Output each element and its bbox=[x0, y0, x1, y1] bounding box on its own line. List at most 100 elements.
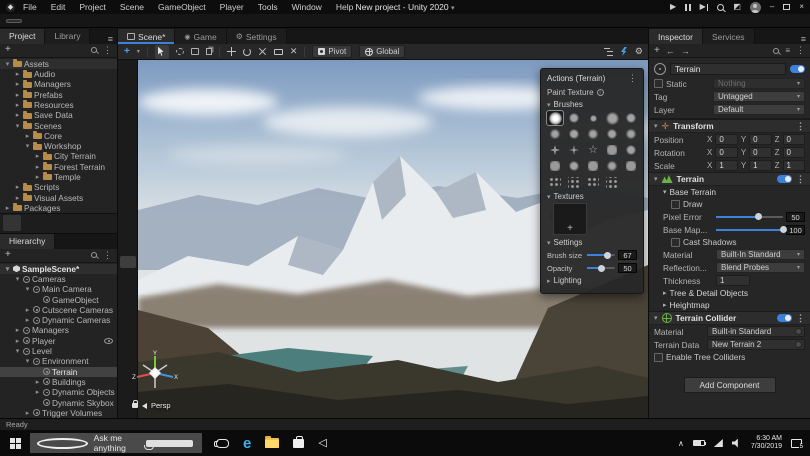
lasso-tool-icon[interactable] bbox=[176, 48, 184, 55]
tree-tool-icon[interactable] bbox=[120, 272, 136, 284]
brush-noise-2[interactable] bbox=[566, 127, 582, 141]
fold-arrow-icon[interactable]: ▸ bbox=[14, 337, 21, 345]
tab-inspector[interactable]: Inspector bbox=[649, 29, 703, 44]
menu-item[interactable]: GameObject bbox=[158, 2, 206, 12]
project-tree-row[interactable]: ▸ Managers bbox=[0, 79, 117, 89]
add-tool-dropdown-icon[interactable]: ▾ bbox=[137, 48, 140, 55]
active-toggle[interactable] bbox=[790, 65, 805, 73]
reflection-probes-dropdown[interactable]: Blend Probes▾ bbox=[716, 262, 805, 273]
hierarchy-tree-row[interactable]: ▸ Trigger Volumes bbox=[0, 408, 117, 418]
tag-dropdown[interactable]: Untagged▾ bbox=[713, 91, 805, 102]
rotate-tool-icon[interactable] bbox=[243, 48, 251, 56]
inspector-add-button[interactable]: + bbox=[654, 46, 660, 56]
tab-game[interactable]: ◉Game bbox=[175, 29, 226, 44]
axis-y-value[interactable]: 1 bbox=[749, 160, 771, 171]
static-checkbox[interactable] bbox=[654, 79, 663, 88]
rect-tool-icon[interactable] bbox=[274, 49, 283, 55]
taskbar-clock[interactable]: 6:30 AM 7/30/2019 bbox=[751, 435, 782, 451]
projection-mode[interactable]: Persp bbox=[132, 401, 171, 410]
fold-arrow-icon[interactable]: ▸ bbox=[34, 173, 41, 181]
terrain-smooth-tool-icon[interactable] bbox=[120, 224, 136, 236]
gameobject-name-field[interactable]: Terrain bbox=[670, 63, 786, 75]
tab-project[interactable]: Project bbox=[0, 29, 45, 44]
menu-item[interactable]: Tools bbox=[258, 2, 278, 12]
tab-services[interactable]: Services bbox=[703, 29, 755, 44]
network-icon[interactable] bbox=[714, 439, 723, 447]
fold-arrow-icon[interactable]: ▸ bbox=[34, 152, 41, 160]
unity-taskbar-icon[interactable]: ◁ bbox=[318, 438, 326, 449]
heightmap-foldout[interactable]: ▸Heightmap bbox=[649, 299, 810, 311]
project-tree-row[interactable]: ▾ Assets bbox=[0, 59, 117, 69]
hierarchy-tree-row[interactable]: ▸ Dynamic Objects bbox=[0, 387, 117, 397]
fold-arrow-icon[interactable]: ▾ bbox=[24, 285, 31, 293]
panel-menu-icon[interactable]: ≡ bbox=[104, 34, 117, 44]
workspace-tab[interactable] bbox=[44, 20, 58, 22]
project-kebab-icon[interactable]: ⋮ bbox=[103, 45, 112, 56]
maximize-button[interactable] bbox=[783, 4, 790, 10]
project-tree-row[interactable]: ▸ Temple bbox=[0, 172, 117, 182]
info-icon[interactable]: i bbox=[597, 89, 604, 96]
brush-size-slider[interactable] bbox=[587, 254, 615, 256]
video-tool-icon[interactable] bbox=[120, 160, 136, 172]
brush-rough-5[interactable] bbox=[623, 159, 639, 173]
terrain-paint-tool-icon[interactable] bbox=[120, 240, 136, 252]
notes-icon[interactable] bbox=[73, 215, 91, 231]
fold-arrow-icon[interactable]: ▸ bbox=[14, 101, 21, 109]
brush-scatter-1[interactable] bbox=[547, 175, 563, 189]
terrain-raise-tool-icon[interactable] bbox=[120, 208, 136, 220]
forward-arrow-icon[interactable]: → bbox=[681, 46, 690, 56]
workspace-tab[interactable] bbox=[62, 20, 76, 22]
hierarchy-tree-row[interactable]: ▸ Managers bbox=[0, 325, 117, 335]
hierarchy-kebab-icon[interactable]: ⋮ bbox=[103, 250, 112, 261]
brush-noise-3[interactable] bbox=[585, 127, 601, 141]
hierarchy-search-icon[interactable] bbox=[91, 252, 97, 258]
workspace-tab[interactable] bbox=[6, 19, 22, 23]
project-tree-row[interactable]: ▸ Core bbox=[0, 131, 117, 141]
hierarchy-tree-row[interactable]: ▾ Level bbox=[0, 346, 117, 356]
start-button[interactable] bbox=[0, 430, 30, 456]
thickness-field[interactable]: 1 bbox=[716, 275, 750, 286]
axis-z-value[interactable]: 0 bbox=[783, 134, 805, 145]
audio-tool-icon[interactable] bbox=[120, 144, 136, 156]
collab-icon[interactable]: ◩ bbox=[733, 2, 741, 12]
filter-icon[interactable]: ≡ bbox=[785, 46, 790, 55]
brush-round-small[interactable] bbox=[585, 111, 601, 125]
orientation-gizmo[interactable]: Y X Z bbox=[130, 350, 180, 396]
favorites-star-icon[interactable] bbox=[96, 215, 114, 231]
cast-shadows-checkbox[interactable] bbox=[671, 238, 680, 247]
pivot-toggle[interactable]: Pivot bbox=[312, 45, 352, 58]
add-texture-tile[interactable]: + bbox=[553, 203, 587, 235]
hierarchy-tree-row[interactable]: ▾ Cameras bbox=[0, 274, 117, 284]
inspector-kebab-icon[interactable]: ⋮ bbox=[796, 45, 805, 56]
mic-icon[interactable] bbox=[146, 440, 193, 447]
brush-rough-1[interactable] bbox=[547, 159, 563, 173]
menu-item[interactable]: Player bbox=[220, 2, 244, 12]
title-dropdown-icon[interactable]: ▾ bbox=[451, 5, 455, 12]
brush-scatter-2[interactable] bbox=[566, 175, 582, 189]
fold-arrow-icon[interactable]: ▸ bbox=[34, 163, 41, 171]
stamp-tool-icon[interactable] bbox=[120, 64, 136, 76]
brush-star-four[interactable] bbox=[566, 143, 582, 157]
fold-arrow-icon[interactable]: ▾ bbox=[24, 142, 31, 150]
settings-foldout[interactable]: ▾Settings bbox=[547, 238, 637, 247]
brush-noise-5[interactable] bbox=[623, 127, 639, 141]
brush-rough-3[interactable] bbox=[585, 159, 601, 173]
brush-noise-4[interactable] bbox=[604, 127, 620, 141]
tab-library[interactable]: Library bbox=[45, 29, 90, 44]
image-tool-icon[interactable] bbox=[120, 192, 136, 204]
fold-arrow-icon[interactable]: ▾ bbox=[14, 347, 21, 355]
tab-settings[interactable]: ⚙Settings bbox=[227, 29, 287, 44]
fold-arrow-icon[interactable]: ▸ bbox=[4, 204, 11, 212]
object-picker-icon[interactable] bbox=[795, 341, 802, 348]
axis-x-value[interactable]: 0 bbox=[715, 147, 737, 158]
account-avatar[interactable] bbox=[750, 2, 761, 13]
axis-y-value[interactable]: 0 bbox=[749, 134, 771, 145]
add-tool-button[interactable]: + bbox=[124, 46, 130, 57]
axis-z-value[interactable]: 0 bbox=[783, 147, 805, 158]
collider-enabled-toggle[interactable] bbox=[777, 314, 792, 322]
select-tool-button[interactable] bbox=[155, 45, 169, 59]
opacity-value[interactable]: 50 bbox=[618, 263, 637, 273]
back-arrow-icon[interactable]: ← bbox=[666, 46, 675, 56]
project-tree-row[interactable]: ▸ Scripts bbox=[0, 182, 117, 192]
fold-arrow-icon[interactable]: ▸ bbox=[24, 132, 31, 140]
